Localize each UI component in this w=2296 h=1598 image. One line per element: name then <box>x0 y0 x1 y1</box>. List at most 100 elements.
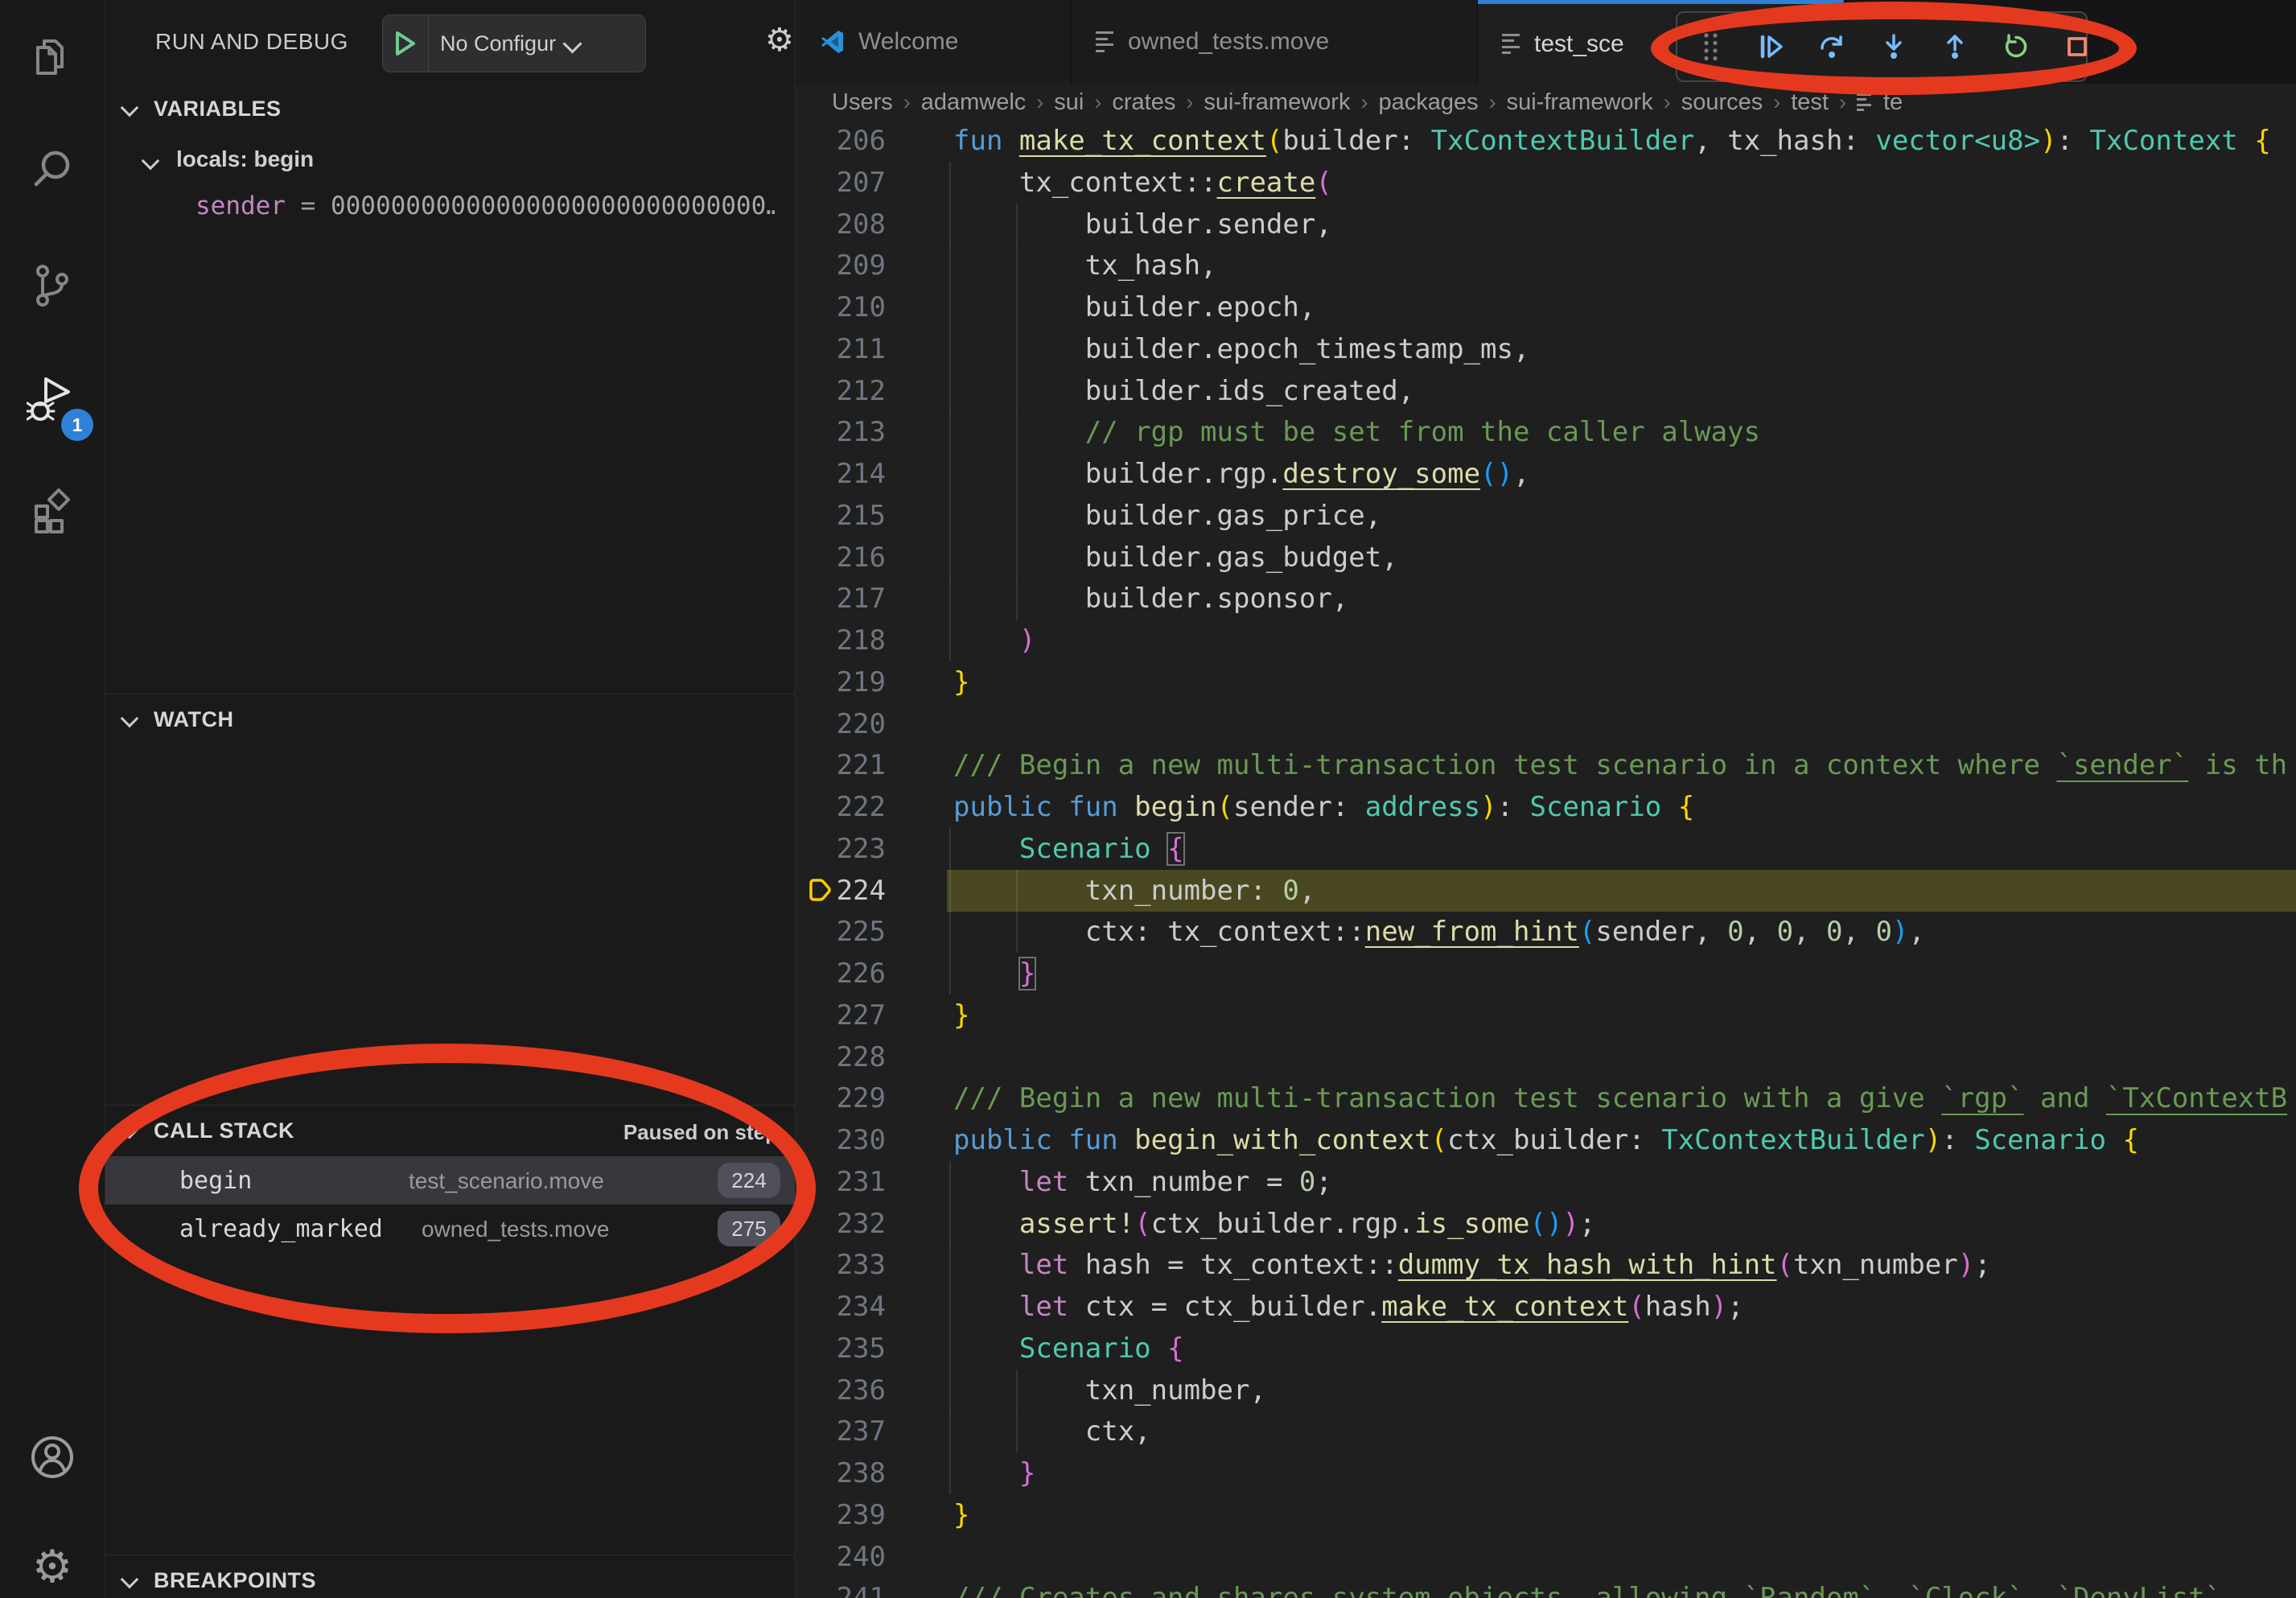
line-number[interactable]: 206 <box>829 120 886 162</box>
code-line[interactable]: 240 <box>796 1536 2296 1578</box>
breadcrumb-item[interactable]: sui <box>1054 89 1084 116</box>
breadcrumb-item[interactable]: adamwelc <box>921 89 1027 116</box>
code-line[interactable]: 230public fun begin_with_context(ctx_bui… <box>796 1119 2296 1161</box>
line-number[interactable]: 226 <box>829 953 886 995</box>
code-line[interactable]: 232 assert!(ctx_builder.rgp.is_some()); <box>796 1203 2296 1245</box>
activity-bar-item-account[interactable] <box>0 1413 105 1501</box>
code-line[interactable]: 223 Scenario { <box>796 828 2296 870</box>
code-line[interactable]: 210 builder.epoch, <box>796 286 2296 328</box>
code-line[interactable]: 219} <box>796 661 2296 703</box>
line-number[interactable]: 239 <box>829 1494 886 1536</box>
line-number[interactable]: 238 <box>829 1452 886 1494</box>
line-number[interactable]: 235 <box>829 1328 886 1369</box>
code-line[interactable]: 215 builder.gas_price, <box>796 495 2296 537</box>
debug-toolbar-drag-handle-button[interactable] <box>1692 23 1729 71</box>
code-line[interactable]: 224 txn_number: 0, <box>796 870 2296 912</box>
breadcrumb-item[interactable]: sui-framework <box>1507 89 1653 116</box>
code-line[interactable]: 207 tx_context::create( <box>796 162 2296 204</box>
code-line[interactable]: 239} <box>796 1494 2296 1536</box>
line-number[interactable]: 221 <box>829 744 886 786</box>
line-number[interactable]: 219 <box>829 661 886 703</box>
code-line[interactable]: 206fun make_tx_context(builder: TxContex… <box>796 120 2296 162</box>
line-number[interactable]: 208 <box>829 204 886 245</box>
code-line[interactable]: 229/// Begin a new multi-transaction tes… <box>796 1077 2296 1119</box>
code-line[interactable]: 241/// Creates and shares system objects… <box>796 1577 2296 1598</box>
code-line[interactable]: 228 <box>796 1036 2296 1078</box>
code-line[interactable]: 217 builder.sponsor, <box>796 578 2296 620</box>
line-number[interactable]: 232 <box>829 1203 886 1245</box>
code-line[interactable]: 233 let hash = tx_context::dummy_tx_hash… <box>796 1244 2296 1286</box>
tab-owned-tests-move[interactable]: owned_tests.move <box>1072 0 1478 84</box>
activity-bar-item-source-control[interactable] <box>0 241 105 330</box>
breadcrumb-item[interactable]: test <box>1791 89 1829 116</box>
line-number[interactable]: 210 <box>829 286 886 328</box>
call-stack-frame-already_marked[interactable]: already_markedowned_tests.move275 <box>105 1205 795 1253</box>
code-line[interactable]: 211 builder.epoch_timestamp_ms, <box>796 328 2296 370</box>
debug-settings-gear-button[interactable]: ⚙ <box>765 24 794 56</box>
breadcrumb-item[interactable]: sui-framework <box>1204 89 1350 116</box>
debug-toolbar-stop-button[interactable] <box>2059 23 2096 71</box>
activity-bar-item-explorer[interactable] <box>0 14 105 103</box>
code-line[interactable]: 213 // rgp must be set from the caller a… <box>796 411 2296 453</box>
code-line[interactable]: 226 } <box>796 953 2296 995</box>
code-line[interactable]: 234 let ctx = ctx_builder.make_tx_contex… <box>796 1286 2296 1328</box>
code-line[interactable]: 227} <box>796 995 2296 1036</box>
breadcrumb-item[interactable]: Users <box>832 89 893 116</box>
line-number[interactable]: 224 <box>829 870 886 912</box>
call-stack-frame-begin[interactable]: begintest_scenario.move224 <box>105 1156 795 1205</box>
line-number[interactable]: 234 <box>829 1286 886 1328</box>
debug-toolbar-step-out-button[interactable] <box>1936 23 1973 71</box>
code-line[interactable]: 237 ctx, <box>796 1411 2296 1452</box>
line-number[interactable]: 223 <box>829 828 886 870</box>
activity-bar-item-extensions[interactable] <box>0 465 105 554</box>
code-line[interactable]: 212 builder.ids_created, <box>796 370 2296 412</box>
line-number[interactable]: 230 <box>829 1119 886 1161</box>
line-number[interactable]: 209 <box>829 245 886 286</box>
code-line[interactable]: 216 builder.gas_budget, <box>796 537 2296 579</box>
breakpoints-section-header[interactable]: BREAKPOINTS <box>105 1559 795 1598</box>
line-number[interactable]: 227 <box>829 995 886 1036</box>
code-line[interactable]: 222public fun begin(sender: address): Sc… <box>796 786 2296 828</box>
code-line[interactable]: 235 Scenario { <box>796 1328 2296 1369</box>
debug-toolbar-step-over-button[interactable] <box>1814 23 1851 71</box>
code-line[interactable]: 238 } <box>796 1452 2296 1494</box>
code-line[interactable]: 214 builder.rgp.destroy_some(), <box>796 453 2296 495</box>
breadcrumb-item[interactable]: te <box>1883 89 1903 116</box>
call-stack-section-header[interactable]: CALL STACK Paused on step <box>105 1109 795 1152</box>
line-number[interactable]: 212 <box>829 370 886 412</box>
breadcrumb-item[interactable]: crates <box>1112 89 1175 116</box>
line-number[interactable]: 233 <box>829 1244 886 1286</box>
line-number[interactable]: 211 <box>829 328 886 370</box>
code-line[interactable]: 236 txn_number, <box>796 1369 2296 1411</box>
code-line[interactable]: 231 let txn_number = 0; <box>796 1161 2296 1203</box>
code-line[interactable]: 218 ) <box>796 620 2296 661</box>
line-number[interactable]: 228 <box>829 1036 886 1078</box>
breadcrumb-item[interactable]: sources <box>1681 89 1763 116</box>
watch-section-header[interactable]: WATCH <box>105 698 795 741</box>
activity-bar-item-run-and-debug[interactable]: 1 <box>0 357 105 446</box>
code-line[interactable]: 208 builder.sender, <box>796 204 2296 245</box>
variables-scope-locals[interactable]: locals: begin <box>105 138 795 182</box>
line-number[interactable]: 218 <box>829 620 886 661</box>
tab-welcome[interactable]: Welcome <box>796 0 1072 84</box>
line-number[interactable]: 222 <box>829 786 886 828</box>
line-number[interactable]: 237 <box>829 1411 886 1452</box>
line-number[interactable]: 229 <box>829 1077 886 1119</box>
line-number[interactable]: 241 <box>829 1577 886 1598</box>
line-number[interactable]: 231 <box>829 1161 886 1203</box>
code-line[interactable]: 220 <box>796 703 2296 745</box>
line-number[interactable]: 225 <box>829 911 886 953</box>
line-number[interactable]: 236 <box>829 1369 886 1411</box>
code-line[interactable]: 221/// Begin a new multi-transaction tes… <box>796 744 2296 786</box>
code-line[interactable]: 209 tx_hash, <box>796 245 2296 286</box>
line-number[interactable]: 207 <box>829 162 886 204</box>
breadcrumb-item[interactable]: packages <box>1378 89 1478 116</box>
debug-toolbar-restart-button[interactable] <box>1998 23 2035 71</box>
debug-toolbar-step-into-button[interactable] <box>1875 23 1912 71</box>
variables-section-header[interactable]: VARIABLES <box>105 87 795 130</box>
code-line[interactable]: 225 ctx: tx_context::new_from_hint(sende… <box>796 911 2296 953</box>
line-number[interactable]: 216 <box>829 537 886 579</box>
line-number[interactable]: 215 <box>829 495 886 537</box>
activity-bar-item-search[interactable] <box>0 126 105 214</box>
start-debugging-button[interactable] <box>383 15 429 72</box>
